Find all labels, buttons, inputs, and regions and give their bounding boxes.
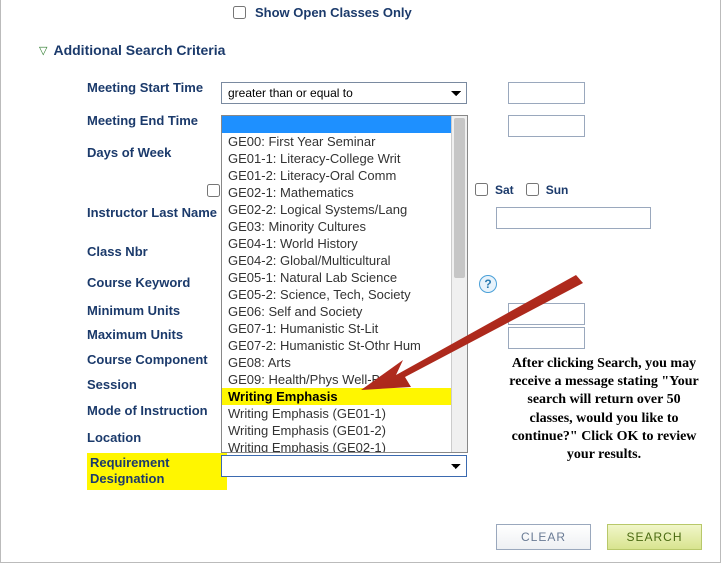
expand-triangle-icon: ▽ (39, 44, 47, 57)
listbox-option[interactable]: Writing Emphasis (222, 388, 451, 405)
listbox-scrollbar-thumb[interactable] (454, 118, 465, 278)
annotation-text: After clicking Search, you may receive a… (509, 355, 699, 464)
maximum-units-input[interactable] (508, 327, 585, 349)
sat-checkbox[interactable] (475, 183, 488, 196)
listbox-option[interactable]: GE01-2: Literacy-Oral Comm (222, 167, 451, 184)
listbox-option[interactable]: GE07-2: Humanistic St-Othr Hum (222, 337, 451, 354)
listbox-scrollbar[interactable] (451, 116, 467, 452)
search-button[interactable]: SEARCH (607, 524, 702, 550)
listbox-option[interactable]: GE04-2: Global/Multicultural (222, 252, 451, 269)
requirement-designation-label: Requirement Designation (87, 453, 227, 490)
class-nbr-label: Class Nbr (87, 244, 227, 259)
listbox-option[interactable]: GE05-1: Natural Lab Science (222, 269, 451, 286)
maximum-units-label: Maximum Units (87, 327, 227, 342)
clear-button[interactable]: CLEAR (496, 524, 591, 550)
meeting-end-label: Meeting End Time (87, 113, 227, 128)
show-open-classes-label: Show Open Classes Only (255, 5, 412, 20)
sun-checkbox[interactable] (526, 183, 539, 196)
listbox-option[interactable]: GE03: Minority Cultures (222, 218, 451, 235)
listbox-option[interactable]: GE08: Arts (222, 354, 451, 371)
listbox-option[interactable]: Writing Emphasis (GE01-1) (222, 405, 451, 422)
course-component-label: Course Component (87, 352, 227, 367)
minimum-units-input[interactable] (508, 303, 585, 325)
meeting-start-label: Meeting Start Time (87, 80, 227, 95)
sat-label: Sat (495, 183, 514, 197)
session-label: Session (87, 377, 227, 392)
listbox-option[interactable]: GE04-1: World History (222, 235, 451, 252)
section-title: Additional Search Criteria (53, 42, 225, 58)
meeting-end-time-input[interactable] (508, 115, 585, 137)
show-open-classes-checkbox[interactable] (233, 6, 246, 19)
listbox-option[interactable]: GE01-1: Literacy-College Writ (222, 150, 451, 167)
listbox-option[interactable]: GE02-1: Mathematics (222, 184, 451, 201)
help-icon[interactable]: ? (479, 275, 497, 293)
day-first-checkbox[interactable] (207, 184, 220, 197)
requirement-designation-listbox[interactable]: GE00: First Year SeminarGE01-1: Literacy… (221, 115, 468, 453)
listbox-option[interactable]: GE07-1: Humanistic St-Lit (222, 320, 451, 337)
sun-label: Sun (546, 183, 569, 197)
listbox-option[interactable]: GE06: Self and Society (222, 303, 451, 320)
listbox-option-blank[interactable] (222, 116, 451, 133)
meeting-start-operator-select[interactable]: greater than or equal to (221, 82, 467, 104)
requirement-designation-select[interactable] (221, 455, 467, 477)
location-label: Location (87, 430, 227, 445)
listbox-option[interactable]: GE09: Health/Phys Well-Being (222, 371, 451, 388)
minimum-units-label: Minimum Units (87, 303, 227, 318)
instructor-last-name-label: Instructor Last Name (87, 205, 227, 221)
instructor-last-name-input[interactable] (496, 207, 651, 229)
mode-label: Mode of Instruction (87, 403, 227, 418)
listbox-option[interactable]: Writing Emphasis (GE01-2) (222, 422, 451, 439)
days-of-week-label: Days of Week (87, 145, 227, 160)
course-keyword-label: Course Keyword (87, 275, 227, 290)
listbox-option[interactable]: GE05-2: Science, Tech, Society (222, 286, 451, 303)
additional-search-toggle[interactable]: ▽ Additional Search Criteria (39, 42, 225, 58)
listbox-option[interactable]: GE00: First Year Seminar (222, 133, 451, 150)
meeting-start-time-input[interactable] (508, 82, 585, 104)
listbox-option[interactable]: GE02-2: Logical Systems/Lang (222, 201, 451, 218)
listbox-option[interactable]: Writing Emphasis (GE02-1) (222, 439, 451, 453)
